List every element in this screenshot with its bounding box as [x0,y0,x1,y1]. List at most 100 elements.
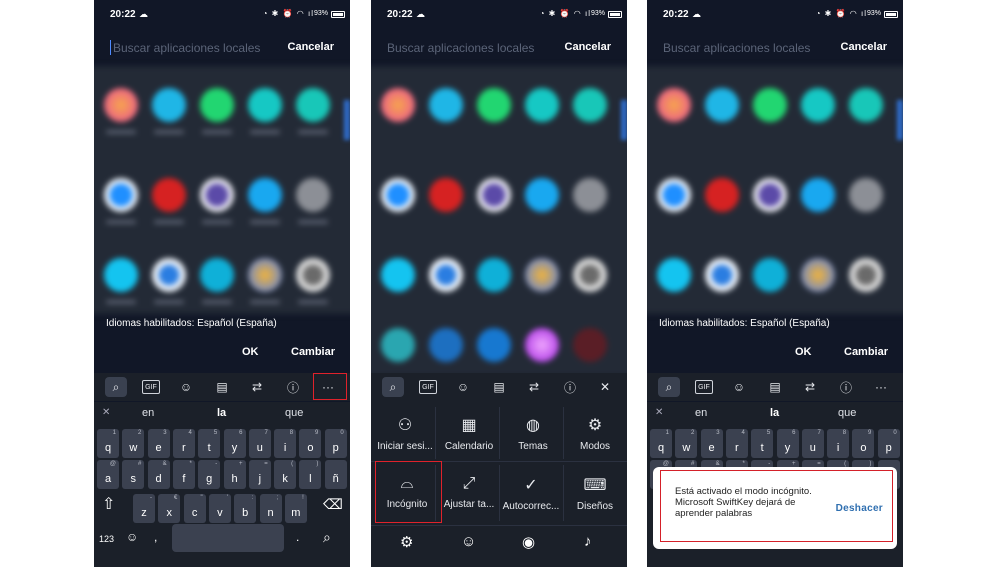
key-n[interactable]: ; n [259,494,282,523]
change-button[interactable]: Cambiar [844,346,888,358]
key-e[interactable]: 3e [700,429,723,458]
cancel-button[interactable]: Cancelar [288,41,334,53]
key-r[interactable]: 4r [725,429,748,458]
key-x[interactable]: € x [158,494,181,523]
key-z[interactable]: -z [133,494,155,523]
ok-button[interactable]: OK [795,346,812,358]
scroll-indicator[interactable] [621,100,627,140]
key-s[interactable]: #s [122,460,145,489]
gif-icon[interactable]: GIF [142,380,160,394]
search-bar[interactable]: Buscar aplicaciones locales Cancelar [110,38,334,60]
key-v[interactable]: ' v [208,494,231,523]
gif-icon[interactable]: GIF [419,380,437,394]
search-key-icon[interactable]: ⌕ [323,529,331,546]
translate-icon[interactable]: ⇄ [246,377,268,397]
key-m[interactable]: ! m [284,494,307,523]
key-w[interactable]: 2w [122,429,145,458]
translate-icon[interactable]: ⇄ [523,377,545,397]
emoji-icon[interactable]: ☺ [126,530,138,544]
location-icon[interactable]: ◉ [522,533,535,551]
comma-key[interactable]: , [154,530,157,544]
key-t[interactable]: 5t [198,429,221,458]
key-r[interactable]: 4r [172,429,195,458]
key-j[interactable]: =j [248,460,271,489]
key-g[interactable]: -g [198,460,221,489]
key-y[interactable]: 6y [223,429,246,458]
info-icon[interactable]: ⓘ [282,377,304,397]
key-b[interactable]: :b [234,494,257,523]
suggestion-right[interactable]: que [285,407,303,419]
search-input[interactable]: Buscar aplicaciones locales [663,41,810,55]
microphone-icon[interactable]: ♪ [584,533,592,550]
menu-item-autocorrect[interactable]: ✓ Autocorrec... [499,475,563,512]
key-k[interactable]: (k [274,460,297,489]
search-icon[interactable]: ⌕ [105,377,127,397]
space-bar[interactable] [172,524,284,552]
gif-icon[interactable]: GIF [695,380,713,394]
suggestion-middle[interactable]: la [217,407,226,419]
change-button[interactable]: Cambiar [291,346,335,358]
scroll-indicator[interactable] [897,100,903,140]
search-icon[interactable]: ⌕ [658,377,680,397]
menu-item-themes[interactable]: ◍ Temas [501,415,565,452]
key-a[interactable]: @a [97,460,119,489]
sticker-icon[interactable]: ☺ [728,377,750,397]
scroll-indicator[interactable] [344,100,350,140]
key-o[interactable]: 9o [852,429,875,458]
shift-icon[interactable]: ⇧ [102,494,115,514]
menu-item-resize[interactable]: ⤢ Ajustar ta... [437,475,501,510]
backspace-icon[interactable]: ⌫ [323,496,343,513]
info-icon[interactable]: ⓘ [559,377,581,397]
suggestion-left[interactable]: en [142,407,154,419]
key-u[interactable]: 7u [801,429,824,458]
collapse-icon[interactable]: ✕ [102,407,110,418]
key-t[interactable]: 5t [751,429,774,458]
key-w[interactable]: 2w [675,429,698,458]
translate-icon[interactable]: ⇄ [799,377,821,397]
key-l[interactable]: )l [299,460,322,489]
search-icon[interactable]: ⌕ [382,377,404,397]
sticker-icon[interactable]: ☺ [452,377,474,397]
clipboard-icon[interactable]: ▤ [211,377,233,397]
menu-item-login[interactable]: ⚇ Iniciar sesi... [373,415,437,452]
close-icon[interactable]: ✕ [594,377,616,397]
search-input[interactable]: Buscar aplicaciones locales [113,41,260,55]
settings-icon[interactable]: ⚙ [400,533,413,551]
key-u[interactable]: 7u [248,429,271,458]
key-i[interactable]: 8i [274,429,297,458]
key-e[interactable]: 3e [147,429,170,458]
key-i[interactable]: 8i [827,429,850,458]
menu-item-modes[interactable]: ⚙ Modos [563,415,627,452]
key-ñ[interactable]: ñ [324,460,347,489]
suggestion-right[interactable]: que [838,407,856,419]
cancel-button[interactable]: Cancelar [565,41,611,53]
menu-item-layouts[interactable]: ⌨ Diseños [563,475,627,512]
more-options-icon[interactable]: ··· [870,377,892,397]
key-p[interactable]: 0p [877,429,900,458]
info-icon[interactable]: ⓘ [835,377,857,397]
key-o[interactable]: 9o [299,429,322,458]
suggestion-left[interactable]: en [695,407,707,419]
key-h[interactable]: +h [223,460,246,489]
search-input[interactable]: Buscar aplicaciones locales [387,41,534,55]
menu-item-calendar[interactable]: ▦ Calendario [437,415,501,452]
period-key[interactable]: . [296,530,299,544]
key-q[interactable]: 1q [97,429,119,458]
ok-button[interactable]: OK [242,346,259,358]
key-y[interactable]: 6y [776,429,799,458]
search-bar[interactable]: Buscar aplicaciones locales Cancelar [387,38,611,60]
key-p[interactable]: 0p [324,429,347,458]
key-c[interactable]: " c [183,494,206,523]
sticker-icon[interactable]: ☺ [175,377,197,397]
emoji-icon[interactable]: ☺ [461,533,476,550]
search-bar[interactable]: Buscar aplicaciones locales Cancelar [663,38,887,60]
clipboard-icon[interactable]: ▤ [488,377,510,397]
cancel-button[interactable]: Cancelar [841,41,887,53]
suggestion-middle[interactable]: la [770,407,779,419]
key-d[interactable]: &d [147,460,170,489]
key-q[interactable]: 1q [650,429,672,458]
numbers-key[interactable]: 123 [99,534,114,544]
clipboard-icon[interactable]: ▤ [764,377,786,397]
key-f[interactable]: *f [172,460,195,489]
collapse-icon[interactable]: ✕ [655,407,663,418]
